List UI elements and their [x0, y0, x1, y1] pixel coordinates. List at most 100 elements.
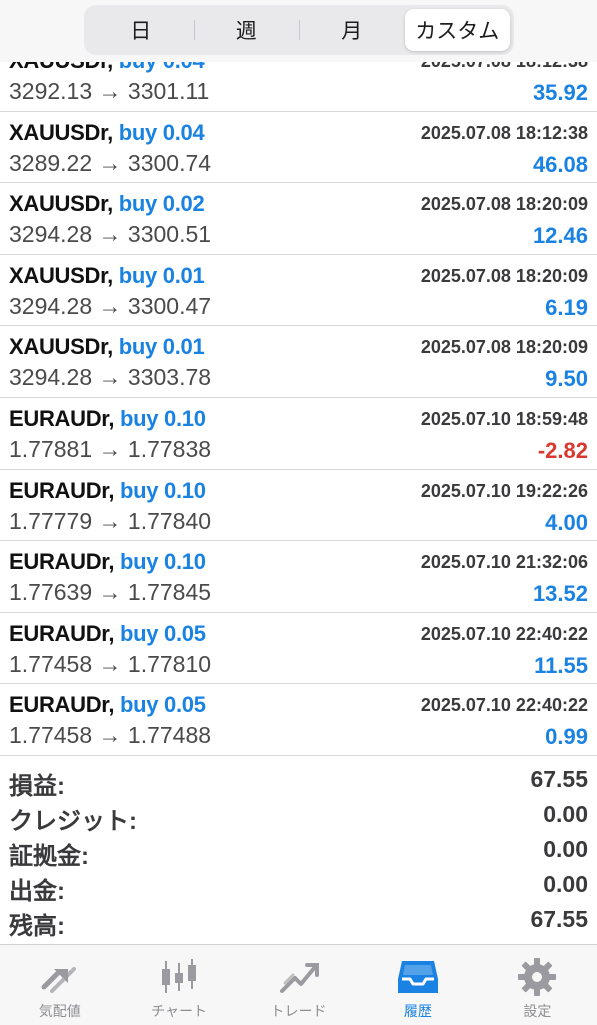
account-summary: 損益: 67.55 クレジット: 0.00 証拠金: 0.00 出金: 0.00…: [0, 762, 597, 940]
trade-prices: 1.77881 → 1.77838: [9, 435, 212, 462]
trade-row[interactable]: EURAUDr, buy 0.05 2025.07.10 22:40:22 1.…: [0, 613, 597, 685]
trade-row[interactable]: EURAUDr, buy 0.10 2025.07.10 21:32:06 1.…: [0, 541, 597, 613]
trade-profit: 13.52: [532, 581, 588, 607]
symbol-name: EURAUDr,: [9, 549, 115, 575]
trade-row[interactable]: XAUUSDr, buy 0.04 2025.07.08 18:12:38 32…: [0, 112, 597, 184]
tab-label: トレード: [270, 1003, 327, 1019]
tab-month[interactable]: 月: [299, 9, 405, 51]
trade-row[interactable]: EURAUDr, buy 0.10 2025.07.10 19:22:26 1.…: [0, 470, 597, 542]
trade-symbol: EURAUDr, buy 0.05: [9, 621, 206, 647]
tab-week[interactable]: 週: [193, 9, 300, 51]
trade-prices: 1.77639 → 1.77845: [9, 579, 212, 606]
trade-time: 2025.07.08 18:12:38: [420, 122, 588, 143]
tab-label: 設定: [523, 1003, 552, 1019]
summary-label: クレジット:: [9, 808, 137, 835]
trade-row[interactable]: EURAUDr, buy 0.10 2025.07.10 18:59:48 1.…: [0, 398, 597, 470]
trade-row[interactable]: XAUUSDr, buy 0.02 2025.07.08 18:20:09 32…: [0, 183, 597, 255]
trade-prices: 3289.22 → 3300.74: [9, 149, 212, 176]
summary-deposit: 証拠金: 0.00: [0, 832, 597, 870]
symbol-name: EURAUDr,: [9, 692, 115, 718]
tab-label: 履歴: [403, 1003, 432, 1019]
trade-time: 2025.07.10 19:22:26: [420, 480, 588, 501]
period-segmented-control: 日 週 月 カスタム: [84, 5, 514, 55]
summary-value: 67.55: [530, 766, 588, 792]
summary-balance: 残高: 67.55: [0, 902, 597, 940]
chart-candles-icon: [162, 959, 197, 993]
trade-symbol: EURAUDr, buy 0.10: [9, 549, 206, 575]
symbol-name: XAUUSDr,: [9, 334, 113, 360]
tab-chart[interactable]: チャート: [119, 945, 238, 1025]
trade-time: 2025.07.10 22:40:22: [420, 623, 588, 644]
symbol-name: EURAUDr,: [9, 405, 115, 431]
trade-time: 2025.07.10 18:59:48: [420, 408, 588, 429]
trade-time: 2025.07.08 18:20:09: [420, 194, 588, 215]
trade-profit: 11.55: [534, 652, 588, 678]
tab-custom[interactable]: カスタム: [404, 9, 510, 51]
summary-value: 0.00: [543, 836, 588, 862]
quotes-icon: [41, 967, 76, 993]
trade-symbol: XAUUSDr, buy 0.01: [9, 262, 205, 289]
trade-icon: [279, 963, 319, 993]
trade-profit: 4.00: [545, 509, 588, 535]
trade-time: 2025.07.10 22:40:22: [420, 695, 588, 716]
symbol-name: XAUUSDr,: [9, 191, 113, 217]
trade-prices: 1.77458 → 1.77488: [9, 722, 212, 749]
summary-label: 出金:: [9, 878, 65, 905]
trade-profit: 12.46: [532, 223, 588, 249]
bottom-tab-bar: 気配値 チャート トレード 履歴 設定: [0, 944, 597, 1025]
trade-side: buy 0.10: [120, 477, 206, 503]
history-inbox-icon: [397, 961, 438, 993]
trade-profit: 35.92: [532, 80, 588, 105]
trade-row[interactable]: XAUUSDr, buy 0.01 2025.07.08 18:20:09 32…: [0, 326, 597, 398]
trade-row[interactable]: EURAUDr, buy 0.05 2025.07.10 22:40:22 1.…: [0, 684, 597, 756]
trade-profit: 9.50: [545, 366, 588, 392]
trade-side: buy 0.10: [120, 405, 206, 431]
summary-profit: 損益: 67.55: [0, 762, 597, 800]
trade-prices: 3292.13 → 3301.11: [9, 78, 210, 104]
trade-symbol: XAUUSDr, buy 0.04: [9, 119, 205, 146]
trade-history-list[interactable]: XAUUSDr, buy 0.04 2025.07.08 18:12:38 32…: [0, 40, 597, 756]
settings-gear-icon: [518, 958, 557, 996]
summary-value: 0.00: [543, 871, 588, 897]
trade-profit: 6.19: [545, 294, 588, 320]
tab-history[interactable]: 履歴: [358, 945, 477, 1025]
trade-time: 2025.07.10 21:32:06: [420, 552, 588, 573]
summary-value: 0.00: [543, 801, 588, 827]
summary-value: 67.55: [530, 906, 588, 932]
tab-label: 気配値: [38, 1003, 81, 1019]
trade-profit: -2.82: [537, 437, 588, 463]
trade-symbol: EURAUDr, buy 0.10: [9, 406, 206, 432]
trade-prices: 1.77458 → 1.77810: [9, 650, 212, 677]
trade-prices: 3294.28 → 3303.78: [9, 364, 212, 391]
trade-profit: 46.08: [532, 151, 588, 177]
summary-label: 証拠金:: [9, 843, 89, 870]
tab-settings[interactable]: 設定: [478, 945, 597, 1025]
trade-symbol: XAUUSDr, buy 0.01: [9, 334, 205, 360]
summary-credit: クレジット: 0.00: [0, 797, 597, 835]
trade-side: buy 0.10: [120, 549, 206, 575]
symbol-name: EURAUDr,: [9, 477, 115, 503]
tab-quotes[interactable]: 気配値: [0, 945, 119, 1025]
trade-side: buy 0.01: [118, 262, 205, 288]
tab-label: チャート: [151, 1003, 208, 1019]
symbol-name: XAUUSDr,: [9, 119, 113, 145]
tab-trade[interactable]: トレード: [239, 945, 358, 1025]
trade-row[interactable]: XAUUSDr, buy 0.01 2025.07.08 18:20:09 32…: [0, 255, 597, 327]
trade-profit: 0.99: [545, 724, 588, 750]
summary-label: 残高:: [9, 913, 65, 940]
trade-side: buy 0.02: [118, 191, 205, 217]
period-header: 日 週 月 カスタム: [0, 0, 597, 62]
symbol-name: XAUUSDr,: [9, 262, 113, 288]
symbol-name: EURAUDr,: [9, 620, 115, 646]
tab-day[interactable]: 日: [88, 9, 194, 51]
trade-symbol: XAUUSDr, buy 0.02: [9, 191, 205, 217]
trade-prices: 1.77779 → 1.77840: [9, 507, 212, 534]
trade-symbol: EURAUDr, buy 0.10: [9, 478, 206, 504]
trade-prices: 3294.28 → 3300.51: [9, 221, 212, 248]
trade-time: 2025.07.08 18:20:09: [420, 337, 588, 358]
summary-withdrawal: 出金: 0.00: [0, 867, 597, 905]
summary-label: 損益:: [9, 773, 65, 800]
trade-symbol: EURAUDr, buy 0.05: [9, 692, 206, 718]
trade-side: buy 0.05: [120, 692, 206, 718]
trade-time: 2025.07.08 18:20:09: [420, 265, 588, 286]
